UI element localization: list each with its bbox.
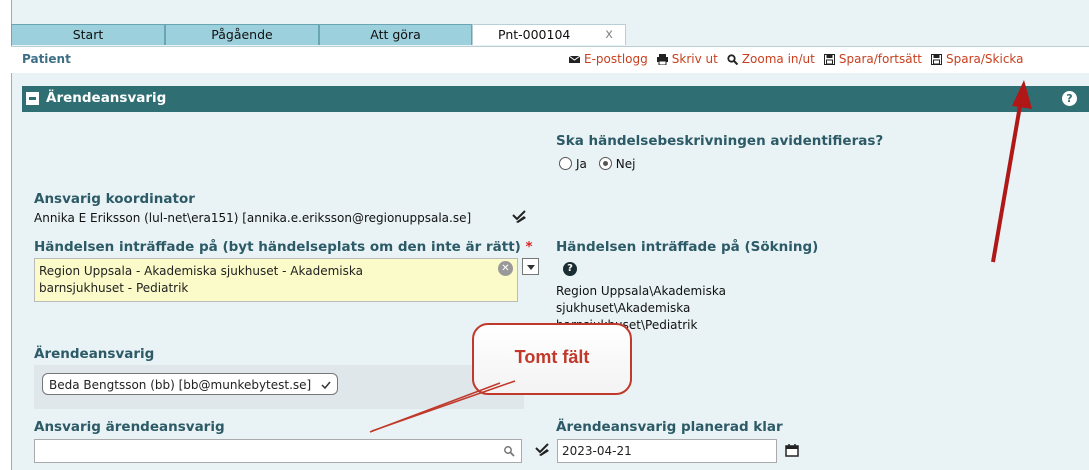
planned-done-label: Ärendeansvarig planerad klar xyxy=(556,419,783,435)
help-icon[interactable]: ? xyxy=(1062,91,1077,106)
action-label: Spara/fortsätt xyxy=(838,52,923,66)
action-label: E-postlogg xyxy=(584,52,648,66)
coordinator-value: Annika E Eriksson (lul-net\era151) [anni… xyxy=(34,211,472,225)
radio-selected-icon xyxy=(598,157,612,170)
zoom-button[interactable]: Zooma in/ut xyxy=(727,52,815,66)
calendar-icon[interactable] xyxy=(785,443,799,457)
case-owner-label: Ärendeansvarig xyxy=(34,346,155,362)
save-send-button[interactable]: Spara/Skicka xyxy=(931,52,1024,66)
action-label: Zooma in/ut xyxy=(741,52,815,66)
patient-link[interactable]: Patient xyxy=(22,52,71,66)
action-toolbar: E-postlogg Skriv ut Zooma in/ut Spara/fo… xyxy=(569,52,1033,66)
required-marker: * xyxy=(525,239,533,255)
avid-radio-group: Ja Nej xyxy=(559,157,635,171)
envelope-icon xyxy=(569,55,580,63)
print-button[interactable]: Skriv ut xyxy=(656,52,718,66)
location-dropdown-button[interactable] xyxy=(522,258,539,275)
search-icon[interactable] xyxy=(503,445,515,457)
location-search-label: Händelsen inträffade på (Sökning) xyxy=(556,239,819,255)
tab-att-gora[interactable]: Att göra xyxy=(319,24,472,45)
action-label: Skriv ut xyxy=(671,52,718,66)
tab-label: Start xyxy=(72,27,104,42)
section-title: Ärendeansvarig xyxy=(46,90,167,106)
action-label: Spara/Skicka xyxy=(946,52,1024,66)
radio-label: Nej xyxy=(615,157,636,171)
floppy-disk-icon xyxy=(823,53,835,65)
case-owner-value: Beda Bengtsson (bb) [bb@munkebytest.se] xyxy=(49,378,312,392)
location-field[interactable]: Region Uppsala - Akademiska sjukhuset - … xyxy=(34,258,518,302)
help-icon[interactable]: ? xyxy=(563,262,577,276)
edit-user-icon[interactable] xyxy=(321,381,331,390)
case-owner-chip[interactable]: Beda Bengtsson (bb) [bb@munkebytest.se] xyxy=(42,373,339,395)
floppy-disk-icon xyxy=(931,53,943,65)
tab-pagaende[interactable]: Pågående xyxy=(165,24,319,45)
responsible-owner-label: Ansvarig ärendeansvarig xyxy=(34,419,225,435)
assign-user-icon[interactable] xyxy=(535,443,551,457)
location-label: Händelsen inträffade på (byt händelsepla… xyxy=(34,239,533,255)
email-log-button[interactable]: E-postlogg xyxy=(569,52,648,66)
section-header: Ärendeansvarig ? xyxy=(22,86,1089,112)
avid-no-radio[interactable]: Nej xyxy=(598,157,636,171)
avid-question-label: Ska händelsebeskrivningen avidentifieras… xyxy=(556,133,884,149)
tab-label: Att göra xyxy=(370,27,421,42)
tab-case[interactable]: Pnt-000104 x xyxy=(472,24,626,45)
close-icon[interactable]: x xyxy=(605,25,613,45)
location-value: Region Uppsala - Akademiska sjukhuset - … xyxy=(39,264,363,295)
tab-start[interactable]: Start xyxy=(11,24,165,45)
radio-icon xyxy=(559,157,572,170)
printer-icon xyxy=(656,53,668,65)
collapse-icon[interactable] xyxy=(26,92,39,105)
assign-user-icon[interactable] xyxy=(512,210,528,224)
callout-text: Tomt fält xyxy=(514,347,590,367)
planned-done-input[interactable]: 2023-04-21 xyxy=(557,439,777,463)
search-icon xyxy=(727,53,738,65)
responsible-owner-input[interactable] xyxy=(34,439,522,463)
annotation-callout: Tomt fält xyxy=(472,323,632,395)
save-continue-button[interactable]: Spara/fortsätt xyxy=(823,52,923,66)
tab-label: Pågående xyxy=(211,27,273,42)
avid-yes-radio[interactable]: Ja xyxy=(559,157,587,171)
tab-label: Pnt-000104 xyxy=(498,27,571,42)
radio-label: Ja xyxy=(576,157,587,171)
coordinator-label: Ansvarig koordinator xyxy=(34,191,195,207)
tab-bar: Start Pågående Att göra Pnt-000104 x xyxy=(11,24,626,46)
clear-icon[interactable]: ✕ xyxy=(498,261,513,276)
